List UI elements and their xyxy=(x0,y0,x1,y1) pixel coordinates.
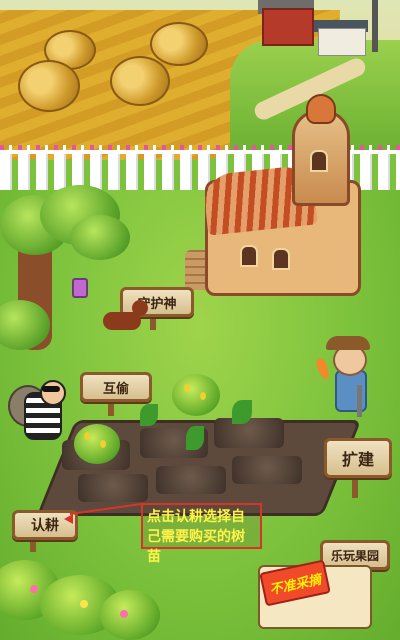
flower-icon xyxy=(120,610,128,618)
hay-bale-icon xyxy=(150,22,208,66)
thief-head xyxy=(40,380,66,406)
fruit-icon xyxy=(84,432,90,440)
hint-arrow-icon xyxy=(64,514,73,524)
plot-cell[interactable] xyxy=(156,466,226,494)
red-barn xyxy=(262,8,314,46)
tree-foliage xyxy=(70,215,130,260)
farmhouse xyxy=(318,28,366,56)
lantern-icon xyxy=(72,278,88,298)
castle-dome xyxy=(306,94,336,124)
plot-cell[interactable] xyxy=(78,474,148,502)
hay-bale-icon xyxy=(18,60,80,112)
fruit-icon xyxy=(184,384,190,392)
sapling-icon[interactable] xyxy=(140,404,158,426)
bush-bottom xyxy=(100,590,160,640)
sapling-icon[interactable] xyxy=(186,426,204,450)
farmer-icon xyxy=(335,370,367,412)
thief-mask xyxy=(42,386,60,392)
castle-window xyxy=(310,150,328,172)
fruit-icon xyxy=(100,440,106,448)
expand-sign[interactable]: 扩建 xyxy=(324,438,392,478)
hint-box: 点击认耕选择自己需要购买的树苗 xyxy=(141,503,262,565)
castle-window xyxy=(240,245,258,267)
plot-cell[interactable] xyxy=(214,418,284,448)
flower-icon xyxy=(80,600,88,608)
flower-icon xyxy=(30,585,38,593)
dog-head xyxy=(132,300,148,316)
shovel-icon xyxy=(357,385,362,417)
fruit-tree-icon[interactable] xyxy=(172,374,220,416)
fruit-icon xyxy=(200,392,206,400)
farmer-hat xyxy=(326,336,370,350)
plot-cell[interactable] xyxy=(232,456,302,484)
castle-window xyxy=(272,248,290,270)
fruit-tree-icon[interactable] xyxy=(74,424,120,464)
hay-bale-icon xyxy=(110,56,170,106)
sapling-icon[interactable] xyxy=(232,400,252,424)
windmill-pole xyxy=(372,0,378,52)
steal-sign[interactable]: 互偷 xyxy=(80,372,152,402)
